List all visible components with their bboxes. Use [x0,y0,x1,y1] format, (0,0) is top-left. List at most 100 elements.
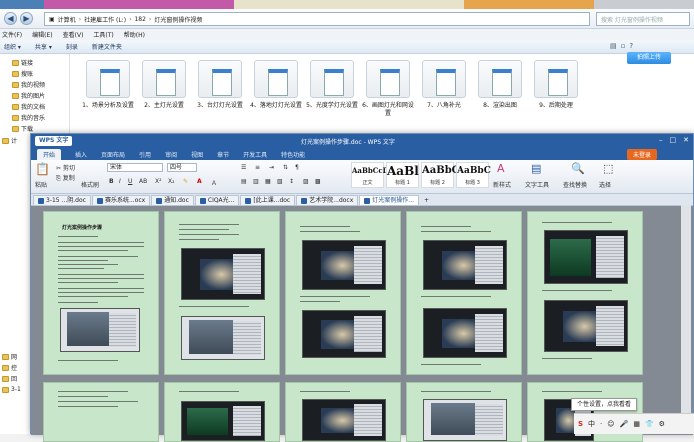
document-page[interactable]: 灯光案例操作步骤 [43,211,159,375]
nav-item[interactable]: 我的视频 [12,80,45,89]
paste-icon[interactable]: 📋 [35,162,50,176]
copy-button[interactable]: ⎘ 复制 [56,173,75,183]
tab-page-layout[interactable]: 页面布局 [101,150,125,159]
nav-item[interactable]: 计 [2,136,17,145]
address-field[interactable]: ▣ 计算机 › 社建雇工作 (L:) › 182 › 灯光窗例操作视频 [44,12,590,26]
burn-button[interactable]: 刻录 [66,42,78,51]
nav-item[interactable]: 控 [2,363,17,372]
underline-icon[interactable]: U [128,178,132,185]
doc-tab[interactable]: CIQA光... [194,195,240,205]
document-page[interactable] [406,211,522,375]
document-page[interactable] [164,211,280,375]
wps-app-menu-button[interactable]: WPS 文字 [35,136,73,146]
doc-tab[interactable]: 赛乐系统...ocx [91,195,151,205]
text-tools-button[interactable]: 文字工具 [525,180,549,189]
search-input[interactable]: 搜索 灯光窗例操作视频 [596,12,690,26]
format-painter-button[interactable]: 格式刷 [81,180,99,189]
document-page[interactable] [43,382,159,442]
breadcrumb-item[interactable]: 计算机 [58,15,76,24]
maximize-icon[interactable]: □ [670,136,677,144]
upload-button[interactable]: 拍照上传 [627,52,671,64]
file-item[interactable]: 2、主灯光设置 [138,60,190,110]
login-button[interactable]: 未登录 [626,149,657,160]
document-page[interactable] [527,211,643,375]
menu-edit[interactable]: 编辑(E) [32,30,52,39]
view-options-icon[interactable]: ▤▫? [610,42,637,50]
menu-tools[interactable]: 工具(T) [93,30,113,39]
vertical-scrollbar[interactable] [681,205,691,434]
close-icon[interactable]: ✕ [683,136,689,144]
doc-tab[interactable]: 艺术学院...docx [296,195,359,205]
nav-item[interactable]: 下载 [12,124,33,133]
personalize-tooltip[interactable]: 个性设置，点我看看 [571,398,637,411]
new-style-button[interactable]: 新样式 [493,180,511,189]
align-center-icon[interactable]: ▥ [253,178,259,185]
nav-item[interactable]: 链接 [12,58,33,67]
forward-icon[interactable]: ▶ [20,12,33,25]
style-heading-2[interactable]: AaBbC 标题 2 [421,162,460,188]
punctuation-icon[interactable]: · [600,420,602,428]
file-item[interactable]: 1、场景分析及设置 [82,60,134,110]
file-item[interactable]: 8、渲染出图 [474,60,526,110]
bold-icon[interactable]: B [109,178,114,185]
new-tab-icon[interactable]: + [420,195,433,205]
subscript-icon[interactable]: X₂ [168,178,175,185]
document-page[interactable] [164,382,280,442]
nav-item[interactable]: 回 [2,374,17,383]
tab-sections[interactable]: 章节 [217,150,229,159]
tab-review[interactable]: 审阅 [165,150,177,159]
tab-special-features[interactable]: 特色功能 [281,150,305,159]
file-item[interactable]: 9、后期处理 [530,60,582,110]
nav-item[interactable]: 我的音乐 [12,113,45,122]
char-border-icon[interactable]: Ａ [211,178,217,187]
show-marks-icon[interactable]: ¶ [295,164,299,171]
breadcrumb-item[interactable]: 182 [134,16,145,23]
font-size-select[interactable]: 四号 [167,163,197,172]
tab-developer[interactable]: 开发工具 [243,150,267,159]
menu-help[interactable]: 帮助(H) [124,30,145,39]
sogou-icon[interactable]: S [578,420,583,428]
tab-insert[interactable]: 插入 [75,150,87,159]
cut-button[interactable]: ✂ 剪切 [56,163,75,172]
line-spacing-icon[interactable]: ↕ [289,178,294,185]
document-page[interactable] [285,382,401,442]
numbered-list-icon[interactable]: ≡ [255,164,260,171]
italic-icon[interactable]: I [119,178,121,185]
tab-references[interactable]: 引用 [139,150,151,159]
new-folder-button[interactable]: 新建文件夹 [92,42,122,51]
menu-view[interactable]: 查看(V) [63,30,84,39]
document-page[interactable] [406,382,522,442]
border-icon[interactable]: ▩ [315,178,321,185]
nav-item[interactable]: 我的文档 [12,102,45,111]
doc-tab[interactable]: 通知.doc [151,195,194,205]
style-heading-1[interactable]: AaBl 标题 1 [386,162,419,188]
file-item[interactable]: 5、光度学灯光设置 [306,60,358,110]
style-normal[interactable]: AaBbCcDd 正文 [351,162,394,188]
file-item[interactable]: 4、落地灯灯光设置 [250,60,302,110]
font-color-icon[interactable]: A [197,178,202,185]
align-right-icon[interactable]: ▦ [265,178,271,185]
nav-item[interactable]: 网 [2,352,17,361]
shading-icon[interactable]: ▨ [303,178,309,185]
file-item[interactable]: 7、八角补光 [418,60,470,110]
justify-icon[interactable]: ▧ [277,178,283,185]
menu-file[interactable]: 文件(F) [2,30,22,39]
keyboard-icon[interactable]: ▦ [633,420,640,428]
doc-tab[interactable]: [此上课...doc [240,195,296,205]
chinese-mode-icon[interactable]: 中 [588,419,595,429]
align-left-icon[interactable]: ▤ [241,178,247,185]
strikethrough-icon[interactable]: AB [139,178,147,185]
microphone-icon[interactable]: 🎤 [620,420,629,428]
superscript-icon[interactable]: X² [155,178,162,185]
select-button[interactable]: 选择 [599,180,611,189]
doc-tab[interactable]: 3-15 ...阴.doc [33,195,91,205]
back-icon[interactable]: ◀ [4,12,17,25]
settings-icon[interactable]: ⚙ [659,420,665,428]
highlight-icon[interactable]: ✎ [183,178,188,185]
indent-icon[interactable]: ⇥ [269,164,274,171]
organize-button[interactable]: 组织 ▾ [4,42,21,51]
breadcrumb-item[interactable]: 社建雇工作 (L:) [84,15,126,24]
text-tools-icon[interactable]: ▤ [531,162,541,175]
breadcrumb-item[interactable]: 灯光窗例操作视频 [154,15,202,24]
select-icon[interactable]: ⬚ [603,162,613,175]
